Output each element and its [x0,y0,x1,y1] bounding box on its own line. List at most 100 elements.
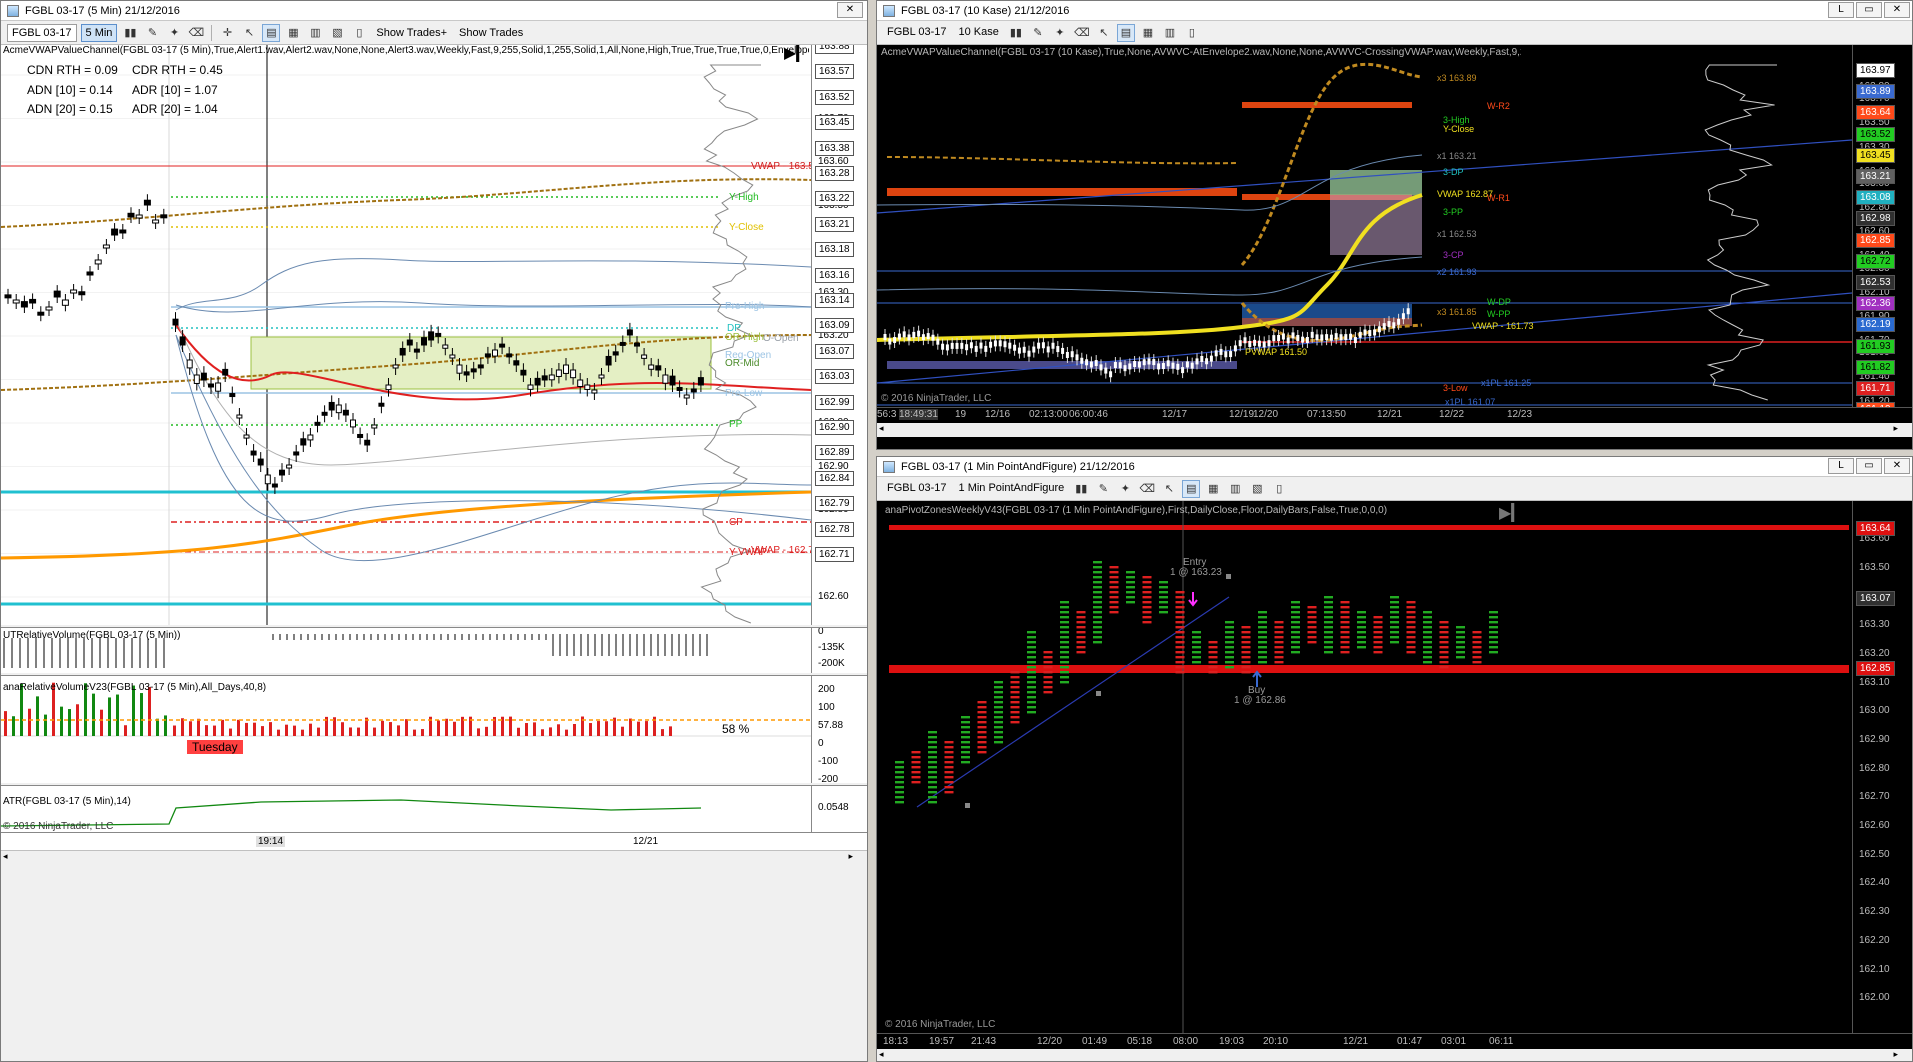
kase-price-axis[interactable]: 163.80163.70163.60163.50163.40163.30163.… [1852,45,1912,407]
grid-icon[interactable]: ▦ [1204,480,1222,498]
document-icon[interactable]: ▯ [350,24,368,42]
instrument-selector[interactable]: FGBL 03-17 [883,23,951,42]
left-toolbar: FGBL 03-17 5 Min ▮▮ ✎ ✦ ⌫ ✛ ↖ ▤ ▦ ▥ ▧ ▯ … [1,21,867,45]
kase-bar [1157,363,1161,370]
indicator-icon[interactable]: ✦ [1116,480,1134,498]
minimize-icon[interactable]: L [1828,458,1854,474]
support-zone [887,361,1237,369]
close-icon[interactable]: ✕ [1884,458,1910,474]
interval-selector[interactable]: 1 Min PointAndFigure [954,479,1069,498]
pnf-scrollbar[interactable]: ◂ ▸ [877,1049,1912,1061]
pnf-box [911,761,921,764]
atr-pane[interactable]: ATR(FGBL 03-17 (5 Min),14) © 2016 NinjaT… [1,785,867,832]
candle-body [357,433,364,438]
kase-bar [1085,359,1089,366]
pnf-box [1423,621,1432,624]
indicator-icon[interactable]: ✦ [1051,24,1069,42]
pnf-time-axis[interactable]: 18:13 19:57 21:43 12/20 01:49 05:18 08:00 19:03… [877,1033,1912,1049]
level-label: O-Open [763,333,799,344]
instrument-selector[interactable]: FGBL 03-17 [883,479,951,498]
volume-bar [221,719,224,736]
chart-trader-icon[interactable]: ▤ [262,23,281,42]
volume-bar [28,708,31,736]
kase-scrollbar[interactable]: ◂ ▸ [877,423,1912,437]
properties-icon[interactable]: ▥ [1161,24,1179,42]
pnf-price-plot [889,501,1849,1033]
pnf-title-bar[interactable]: FGBL 03-17 (1 Min PointAndFigure) 21/12/… [877,457,1912,477]
maximize-icon[interactable]: ▭ [1856,458,1882,474]
pencil-icon[interactable]: ✎ [143,24,161,42]
bar-type-icon[interactable]: ▮▮ [1072,480,1090,498]
left-time-axis[interactable]: 19:14 12/21 [1,832,867,850]
kase-bar [921,334,925,341]
volume-bar [261,726,264,736]
scroll-right-icon[interactable]: ▶▎ [784,45,809,63]
properties-icon[interactable]: ▥ [306,24,324,42]
anarel-pane[interactable]: anaRelativeVolumeV23(FGBL 03-17 (5 Min),… [1,675,867,783]
pnf-box [1406,641,1416,644]
eraser-icon[interactable]: ⌫ [1138,480,1156,498]
pnf-box [1439,636,1449,639]
close-icon[interactable]: ✕ [1884,2,1910,18]
show-trades-plus-button[interactable]: Show Trades+ [372,24,451,42]
chart-trader-icon[interactable]: ▤ [1116,23,1135,42]
maximize-icon[interactable]: ▭ [1856,2,1882,18]
eraser-icon[interactable]: ⌫ [1073,24,1091,42]
kase-price-pane[interactable]: AcmeVWAPValueChannel(FGBL 03-17 (10 Kase… [877,45,1912,407]
relvol-pane[interactable]: UTRelativeVolume(FGBL 03-17 (5 Min)) 0 -1… [1,627,867,673]
price-marker: 163.64 [1856,105,1895,121]
template-icon[interactable]: ▧ [1248,480,1266,498]
cursor-icon[interactable]: ↖ [1160,480,1178,498]
bar-type-icon[interactable]: ▮▮ [1007,24,1025,42]
bar-type-icon[interactable]: ▮▮ [121,24,139,42]
indicator-icon[interactable]: ✦ [165,24,183,42]
pnf-box [1027,706,1036,709]
pnf-box [1456,651,1465,654]
document-icon[interactable]: ▯ [1183,24,1201,42]
pnf-box [1175,656,1185,659]
pnf-box [928,766,937,769]
left-price-axis[interactable]: 163.80163.70163.60163.50163.40163.30163.… [811,45,867,625]
left-time-label: 19:14 [256,836,286,847]
pnf-box [1340,641,1350,644]
pnf-box [1357,646,1366,649]
pnf-price-pane[interactable]: anaPivotZonesWeeklyV43(FGBL 03-17 (1 Min… [877,501,1912,1033]
interval-selector[interactable]: 10 Kase [954,23,1003,42]
pnf-box [994,736,1003,739]
interval-selector[interactable]: 5 Min [80,23,118,42]
kase-bar [1075,354,1079,361]
crosshair-icon[interactable]: ✛ [218,24,236,42]
template-icon[interactable]: ▧ [328,24,346,42]
pnf-box [1093,566,1102,569]
left-scrollbar[interactable]: ◂ ▸ [1,850,867,863]
candle-body [328,401,335,411]
document-icon[interactable]: ▯ [1270,480,1288,498]
grid-icon[interactable]: ▦ [284,24,302,42]
instrument-selector[interactable]: FGBL 03-17 [7,23,77,42]
kase-bar [969,342,973,349]
kase-bar [1181,367,1185,374]
kase-time-axis[interactable]: 56:3 18:49:31 19 12/16 02:13:00 06:00:46 12/17… [877,407,1912,421]
properties-icon[interactable]: ▥ [1226,480,1244,498]
cursor-icon[interactable]: ↖ [240,24,258,42]
candle-body [321,411,328,416]
pencil-icon[interactable]: ✎ [1029,24,1047,42]
pnf-box [928,756,937,759]
scroll-right-icon[interactable]: ▶▎ [1499,503,1524,523]
left-price-pane[interactable]: AcmeVWAPValueChannel(FGBL 03-17 (5 Min),… [1,45,867,625]
kase-title-bar[interactable]: FGBL 03-17 (10 Kase) 21/12/2016 L ▭ ✕ [877,1,1912,21]
pencil-icon[interactable]: ✎ [1094,480,1112,498]
grid-icon[interactable]: ▦ [1139,24,1157,42]
kase-bar [974,345,978,352]
cursor-icon[interactable]: ↖ [1095,24,1113,42]
close-icon[interactable]: ✕ [837,2,863,18]
minimize-icon[interactable]: L [1828,2,1854,18]
pnf-price-axis[interactable]: 163.60163.50163.40163.30163.20163.10163.… [1852,501,1912,1033]
stat-adn-20: ADN [20] = 0.15 [27,102,113,116]
left-title-bar[interactable]: FGBL 03-17 (5 Min) 21/12/2016 ✕ [1,1,867,21]
kase-bar [945,344,949,351]
chart-trader-icon[interactable]: ▤ [1182,479,1201,498]
show-trades-button[interactable]: Show Trades [455,24,527,42]
eraser-icon[interactable]: ⌫ [187,24,205,42]
pnf-box [911,771,921,774]
